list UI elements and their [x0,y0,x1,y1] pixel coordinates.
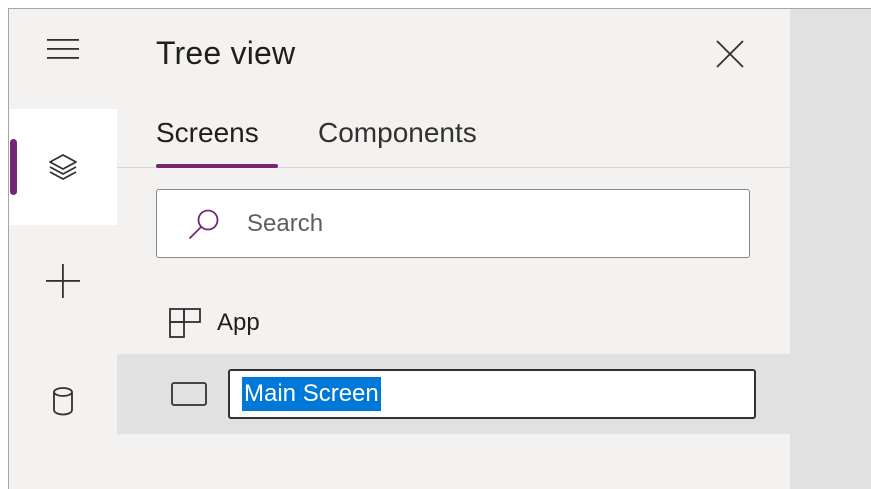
search-input[interactable] [245,208,729,239]
database-icon [53,387,73,416]
screen-icon [171,382,207,406]
insert-button[interactable] [9,241,117,321]
tab-components-label: Components [318,117,477,148]
app-icon [169,308,201,338]
active-indicator [10,139,17,195]
tab-screens-label: Screens [156,117,259,148]
close-button[interactable] [713,37,747,71]
tree-item-main-screen[interactable]: Main Screen [117,354,790,434]
layers-icon [49,154,77,180]
plus-icon [46,264,80,298]
tab-components[interactable]: Components [318,117,518,167]
app-frame: Tree view Screens Components Search App … [8,8,871,489]
close-icon [716,40,744,68]
tree-item-app-label: App [217,309,260,336]
canvas-area [790,9,871,489]
search-box[interactable] [156,189,750,258]
left-rail [9,9,117,489]
tree-view-button[interactable] [9,109,117,225]
tab-screens[interactable]: Screens [156,117,278,168]
screen-rename-input[interactable]: Main Screen [228,369,756,419]
rename-selected-text: Main Screen [242,377,381,411]
panel-title: Tree view [156,35,296,71]
tree-item-app[interactable]: App [117,293,790,353]
search-icon [187,207,227,241]
menu-button[interactable] [9,9,117,89]
hamburger-icon [47,39,79,59]
tree-tabs: Screens Components [117,117,790,168]
tree-view-panel: Tree view Screens Components Search App … [117,9,790,489]
tab-selected-underline [156,164,278,168]
data-button[interactable] [9,361,117,441]
